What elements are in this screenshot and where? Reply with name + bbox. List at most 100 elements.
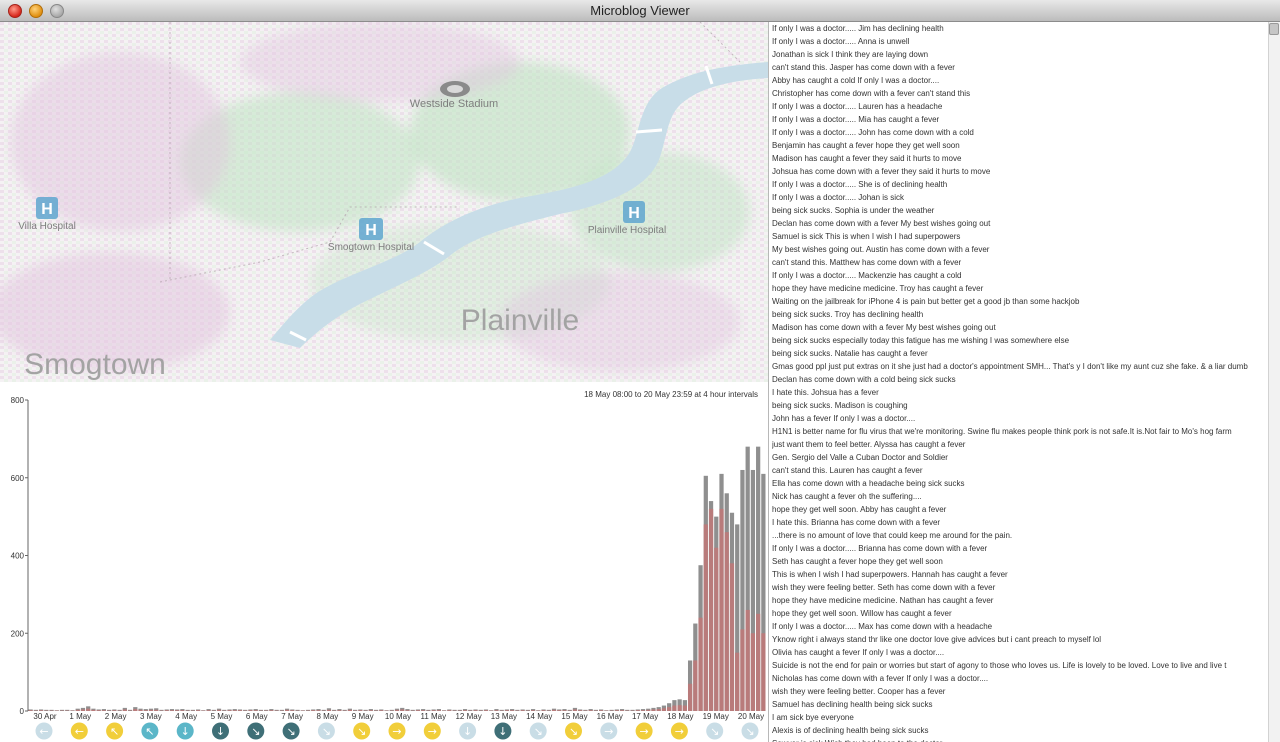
feed-item[interactable]: Christopher has come down with a fever c… [772, 87, 1280, 100]
bar-sick[interactable] [724, 532, 729, 711]
bar-sick[interactable] [599, 710, 604, 711]
bar-sick[interactable] [462, 710, 468, 711]
feed-item[interactable]: Samuel has declining health being sick s… [772, 698, 1280, 711]
bar-sick[interactable] [405, 710, 410, 711]
bar-sick[interactable] [473, 710, 478, 711]
feed-item[interactable]: Nicholas has come down with a fever If o… [772, 672, 1280, 685]
hospital-icon[interactable]: H [623, 201, 645, 223]
feed-item[interactable]: If only I was a doctor..... Mia has caug… [772, 113, 1280, 126]
feed-item[interactable]: hope they get well soon. Abby has caught… [772, 503, 1280, 516]
bar-sick[interactable] [368, 710, 373, 711]
bar-sick[interactable] [347, 709, 353, 711]
feed-item[interactable]: Olivia has caught a fever If only I was … [772, 646, 1280, 659]
feed-item[interactable]: Suicide is not the end for pain or worri… [772, 659, 1280, 672]
bar-sick[interactable] [447, 710, 452, 711]
hospital-icon[interactable]: H [359, 218, 383, 240]
bar-sick[interactable] [761, 633, 766, 711]
bar-sick[interactable] [562, 710, 567, 711]
bar-sick[interactable] [316, 710, 321, 711]
bar-sick[interactable] [494, 710, 499, 711]
bar-sick[interactable] [687, 683, 693, 711]
bar-sick[interactable] [86, 708, 91, 711]
bar-sick[interactable] [656, 709, 661, 711]
bar-sick[interactable] [75, 709, 80, 711]
bar-sick[interactable] [520, 710, 525, 711]
feed-item[interactable]: I am sick bye everyone [772, 711, 1280, 724]
feed-item[interactable]: Gmas good ppl just put extras on it she … [772, 360, 1280, 373]
feed-item[interactable]: Madison has come down with a fever My be… [772, 321, 1280, 334]
feed-item[interactable]: Yknow right i always stand thr like one … [772, 633, 1280, 646]
bar-sick[interactable] [91, 709, 96, 711]
feed-item[interactable]: just want them to feel better. Alyssa ha… [772, 438, 1280, 451]
bar-sick[interactable] [729, 563, 735, 711]
bar-sick[interactable] [541, 710, 546, 711]
bar-sick[interactable] [143, 710, 148, 711]
bar-sick[interactable] [206, 710, 211, 711]
feed-item[interactable]: ...there is no amount of love that could… [772, 529, 1280, 542]
feed-item[interactable]: Jonathan is sick I think they are laying… [772, 48, 1280, 61]
map-canvas[interactable]: Westside Stadium H Villa Hospital H Smog… [0, 22, 768, 382]
bar-sick[interactable] [698, 617, 703, 711]
bar-sick[interactable] [635, 710, 640, 711]
bar-sick[interactable] [682, 705, 687, 711]
bar-sick[interactable] [510, 710, 515, 711]
bar-sick[interactable] [216, 709, 222, 711]
feed-item[interactable]: Abby has caught a cold If only I was a d… [772, 74, 1280, 87]
bar-sick[interactable] [232, 710, 237, 711]
bar-sick[interactable] [154, 709, 159, 711]
bar-sick[interactable] [646, 709, 651, 711]
feed-item[interactable]: Waiting on the jailbreak for iPhone 4 is… [772, 295, 1280, 308]
feed-item[interactable]: being sick sucks especially today this f… [772, 334, 1280, 347]
histogram[interactable]: 0 200 400 600 800 30 Apr 1 May 2 May 3 May 4 May 5… [0, 382, 768, 742]
bar-sick[interactable] [578, 710, 583, 711]
bar-sick[interactable] [164, 710, 169, 711]
feed-item[interactable]: If only I was a doctor..... Brianna has … [772, 542, 1280, 555]
bar-sick[interactable] [227, 710, 232, 711]
stadium-icon[interactable] [440, 81, 470, 97]
feed-item[interactable]: If only I was a doctor..... Lauren has a… [772, 100, 1280, 113]
feed-item[interactable]: If only I was a doctor..... Jim has decl… [772, 22, 1280, 35]
bar-sick[interactable] [38, 710, 44, 711]
bar-sick[interactable] [394, 709, 400, 711]
bar-sick[interactable] [175, 710, 180, 711]
bar-sick[interactable] [253, 710, 258, 711]
bar-sick[interactable] [122, 709, 127, 711]
bar-sick[interactable] [714, 547, 719, 711]
bar-sick[interactable] [619, 710, 625, 711]
feed-item[interactable]: wish they were feeling better. Seth has … [772, 581, 1280, 594]
feed-scroll-thumb[interactable] [1269, 23, 1279, 35]
bar-sick[interactable] [180, 710, 185, 711]
feed-item[interactable]: hope they get well soon. Willow has caug… [772, 607, 1280, 620]
feed-item[interactable]: John has a fever If only I was a doctor.… [772, 412, 1280, 425]
feed-item[interactable]: wish they were feeling better. Cooper ha… [772, 685, 1280, 698]
feed-item[interactable]: This is when I wish I had superpowers. H… [772, 568, 1280, 581]
bar-sick[interactable] [379, 710, 384, 711]
bar-sick[interactable] [483, 710, 489, 711]
timeline-chart[interactable]: 18 May 08:00 to 20 May 23:59 at 4 hour i… [0, 382, 768, 742]
feed-item[interactable]: H1N1 is better name for flu virus that w… [772, 425, 1280, 438]
bar-sick[interactable] [703, 524, 708, 711]
bar-sick[interactable] [148, 709, 154, 711]
bar-sick[interactable] [719, 508, 724, 711]
bar-sick[interactable] [693, 660, 698, 711]
bar-sick[interactable] [195, 710, 201, 711]
feed-item[interactable]: If only I was a doctor..... Max has come… [772, 620, 1280, 633]
bar-sick[interactable] [436, 710, 441, 711]
bar-sick[interactable] [551, 709, 557, 711]
bar-sick[interactable] [80, 709, 86, 711]
feed-item[interactable]: being sick sucks. Sophia is under the we… [772, 204, 1280, 217]
feed-item[interactable]: Sawyer is sick Wish they had been to the… [772, 737, 1280, 742]
feed-item[interactable]: My best wishes going out. Austin has com… [772, 243, 1280, 256]
bar-sick[interactable] [101, 710, 107, 711]
bar-sick[interactable] [269, 710, 274, 711]
feed-scrollbar[interactable] [1268, 22, 1280, 742]
feed-item[interactable]: If only I was a doctor..... She is of de… [772, 178, 1280, 191]
bar-sick[interactable] [169, 710, 175, 711]
bar-sick[interactable] [667, 707, 672, 711]
microblog-feed[interactable]: If only I was a doctor..... Jim has decl… [768, 22, 1280, 742]
bar-sick[interactable] [311, 710, 316, 711]
bar-sick[interactable] [735, 652, 740, 711]
bar-sick[interactable] [337, 710, 342, 711]
bar-sick[interactable] [421, 710, 426, 711]
feed-item[interactable]: Gen. Sergio del Valle a Cuban Doctor and… [772, 451, 1280, 464]
